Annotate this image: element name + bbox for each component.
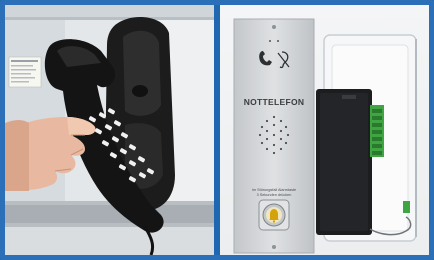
alarm-bell-button[interactable] <box>258 199 290 231</box>
left-photo-handset <box>5 5 214 255</box>
plate-title: NOTTELEFON <box>243 97 305 107</box>
info-sticker <box>8 56 42 88</box>
right-photo-emergency-phone: NOTTELEFON Im Störungsfall Alarmtaste 3 … <box>220 5 429 255</box>
stainless-front-plate <box>233 18 315 254</box>
plate-instruction-line-2: 3 Sekunden drücken <box>256 193 292 197</box>
terminal-block <box>370 105 384 157</box>
plate-instruction: Im Störungsfall Alarmtaste 3 Sekunden dr… <box>237 188 311 198</box>
